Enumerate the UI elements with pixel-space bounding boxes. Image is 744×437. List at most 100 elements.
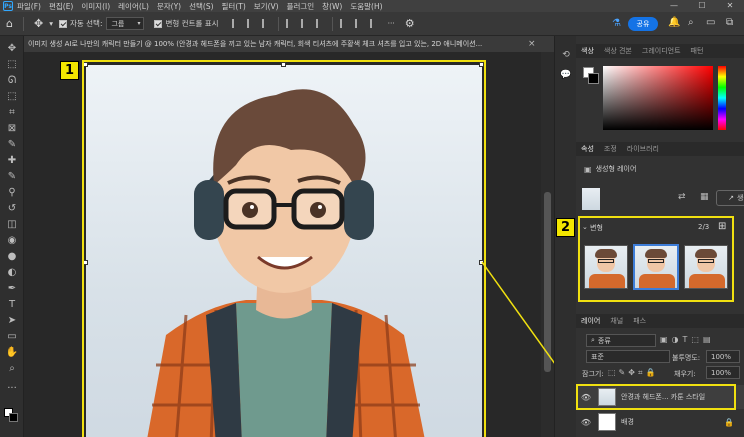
canvas-area[interactable]: 1 bbox=[24, 52, 541, 437]
variation-thumbnail-2-selected[interactable] bbox=[633, 244, 679, 290]
opacity-input[interactable]: 100% bbox=[706, 350, 740, 363]
align-top-icon[interactable] bbox=[285, 19, 295, 28]
align-bottom-icon[interactable] bbox=[315, 19, 325, 28]
menu-image[interactable]: 이미지(I) bbox=[81, 1, 110, 12]
layer-thumbnail bbox=[582, 188, 600, 210]
callout-1: 1 bbox=[60, 61, 79, 80]
move-dropdown-icon[interactable]: ▾ bbox=[49, 19, 53, 28]
auto-select-value: 그룹 bbox=[111, 19, 125, 28]
transform-controls-checkbox[interactable] bbox=[154, 19, 163, 28]
layer-filter-icons[interactable]: ▣◑T⬚▤ bbox=[660, 335, 715, 344]
close-icon[interactable]: × bbox=[528, 39, 536, 49]
tab-properties[interactable]: 속성 bbox=[576, 144, 599, 154]
menu-layer[interactable]: 레이어(L) bbox=[118, 1, 149, 12]
blend-mode-dropdown[interactable]: 표준 bbox=[586, 350, 670, 363]
share-layer-icon[interactable]: ⇄ bbox=[678, 192, 686, 202]
fill-input[interactable]: 100% bbox=[706, 366, 740, 379]
zoom-tool-icon[interactable]: ⌕ bbox=[4, 362, 20, 376]
tab-adjustments[interactable]: 조정 bbox=[599, 144, 622, 154]
menu-edit[interactable]: 편집(E) bbox=[49, 1, 73, 12]
arrange-icon[interactable]: ⧉ bbox=[726, 17, 733, 28]
history-icon[interactable]: ⟲ bbox=[560, 50, 572, 62]
bell-icon[interactable]: 🔔 bbox=[668, 17, 680, 28]
lock-icons[interactable]: ⬚✎✥⌗🔒 bbox=[608, 368, 658, 378]
menu-plugins[interactable]: 플러그인 bbox=[287, 1, 315, 12]
eraser-tool-icon[interactable]: ◫ bbox=[4, 218, 20, 232]
menu-filter[interactable]: 필터(T) bbox=[222, 1, 246, 12]
layer-filter-dropdown[interactable]: ⌕ 종류 bbox=[586, 334, 656, 347]
object-select-tool-icon[interactable]: ⬚ bbox=[4, 90, 20, 104]
layer-name: 배경 bbox=[621, 418, 634, 426]
brush-tool-icon[interactable]: ✎ bbox=[4, 170, 20, 184]
history-brush-icon[interactable]: ↺ bbox=[4, 202, 20, 216]
distribute-horizontal-icon[interactable] bbox=[369, 19, 379, 28]
healing-brush-icon[interactable]: ✚ bbox=[4, 154, 20, 168]
move-icon[interactable]: ✥ bbox=[34, 17, 43, 30]
eyedropper-tool-icon[interactable]: ✎ bbox=[4, 138, 20, 152]
tab-paths[interactable]: 패스 bbox=[628, 316, 651, 326]
align-right-icon[interactable] bbox=[261, 19, 271, 28]
pen-tool-icon[interactable]: ✒ bbox=[4, 282, 20, 296]
auto-select-checkbox[interactable] bbox=[58, 19, 67, 28]
background-color-swatch[interactable] bbox=[9, 413, 18, 422]
search-icon[interactable]: ⌕ bbox=[688, 17, 694, 28]
hand-tool-icon[interactable]: ✋ bbox=[4, 346, 20, 360]
frame-tool-icon[interactable]: ⊠ bbox=[4, 122, 20, 136]
grid-view-icon[interactable]: ⊞ bbox=[718, 221, 726, 232]
dodge-tool-icon[interactable]: ◐ bbox=[4, 266, 20, 280]
home-icon[interactable]: ⌂ bbox=[6, 17, 13, 30]
flask-icon[interactable]: ⚗ bbox=[612, 18, 621, 29]
shape-tool-icon[interactable]: ▭ bbox=[4, 330, 20, 344]
minimize-button[interactable]: — bbox=[660, 0, 688, 12]
menu-window[interactable]: 창(W) bbox=[322, 1, 342, 12]
more-options[interactable]: ··· bbox=[388, 19, 395, 28]
align-left-icon[interactable] bbox=[231, 19, 241, 28]
type-tool-icon[interactable]: T bbox=[4, 298, 20, 312]
tab-patterns[interactable]: 패턴 bbox=[686, 46, 709, 56]
document-tab[interactable]: 이미지 생성 AI로 나만의 캐릭터 만들기 @ 100% (안경과 헤드폰을 … bbox=[24, 39, 524, 49]
workspace-icon[interactable]: ▭ bbox=[706, 17, 715, 28]
layer-row-background[interactable]: 👁 배경 🔒 bbox=[576, 410, 744, 434]
variation-thumbnail-3[interactable] bbox=[684, 245, 728, 289]
comments-icon[interactable]: 💬 bbox=[560, 70, 572, 82]
path-select-icon[interactable]: ➤ bbox=[4, 314, 20, 328]
auto-select-dropdown[interactable]: 그룹 ▾ bbox=[106, 17, 145, 30]
lasso-tool-icon[interactable]: ᘏ bbox=[4, 74, 20, 88]
gear-icon[interactable]: ⚙ bbox=[405, 17, 415, 30]
grid-icon[interactable]: ▦ bbox=[700, 192, 709, 202]
paint-bucket-icon[interactable]: ◉ bbox=[4, 234, 20, 248]
photoshop-logo: Ps bbox=[3, 1, 13, 11]
blur-tool-icon[interactable]: ● bbox=[4, 250, 20, 264]
menu-select[interactable]: 선택(S) bbox=[189, 1, 213, 12]
maximize-button[interactable]: ☐ bbox=[688, 0, 716, 12]
align-center-icon[interactable] bbox=[246, 19, 256, 28]
eye-icon[interactable]: 👁 bbox=[580, 418, 592, 427]
crop-tool-icon[interactable]: ⌗ bbox=[4, 106, 20, 120]
tab-layers[interactable]: 레이어 bbox=[576, 316, 605, 326]
share-button[interactable]: 공유 bbox=[628, 17, 658, 31]
menu-view[interactable]: 보기(V) bbox=[254, 1, 279, 12]
menu-file[interactable]: 파일(F) bbox=[17, 1, 41, 12]
opacity-value: 100% bbox=[711, 352, 732, 361]
move-tool-icon[interactable]: ✥ bbox=[4, 42, 20, 56]
distribute-vertical-icon[interactable] bbox=[354, 19, 364, 28]
tab-libraries[interactable]: 라이브러리 bbox=[622, 144, 664, 154]
tab-swatches[interactable]: 색상 견본 bbox=[599, 46, 637, 56]
chevron-down-icon[interactable]: ⌄ bbox=[582, 223, 588, 231]
menu-help[interactable]: 도움말(H) bbox=[350, 1, 382, 12]
tab-color[interactable]: 색상 bbox=[576, 46, 599, 56]
clone-stamp-icon[interactable]: ⚲ bbox=[4, 186, 20, 200]
color-picker-field[interactable] bbox=[603, 66, 713, 130]
tab-gradients[interactable]: 그레이디언트 bbox=[637, 46, 686, 56]
marquee-tool-icon[interactable]: ⬚ bbox=[4, 58, 20, 72]
generate-button[interactable]: ↗ 생성 bbox=[716, 190, 744, 206]
align-middle-icon[interactable] bbox=[300, 19, 310, 28]
menu-type[interactable]: 문자(Y) bbox=[157, 1, 181, 12]
distribute-icon[interactable] bbox=[339, 19, 349, 28]
variation-thumbnail-1[interactable] bbox=[584, 245, 628, 289]
tab-channels[interactable]: 채널 bbox=[605, 316, 628, 326]
background-swatch[interactable] bbox=[588, 73, 599, 84]
more-tools-icon[interactable]: ··· bbox=[4, 382, 20, 396]
hue-slider[interactable] bbox=[718, 66, 726, 130]
close-window-button[interactable]: ✕ bbox=[716, 0, 744, 12]
